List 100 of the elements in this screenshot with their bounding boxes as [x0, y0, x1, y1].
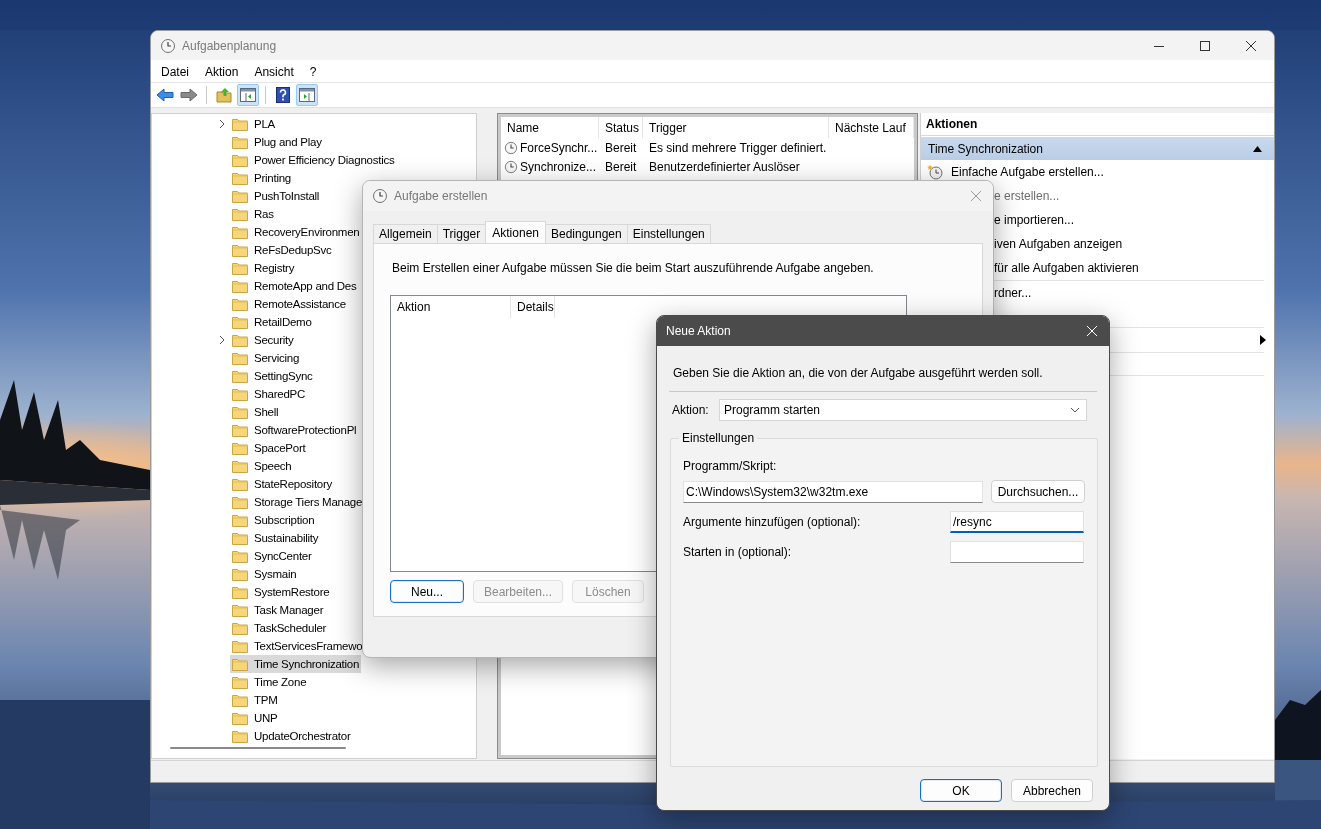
action-dropdown[interactable]: Programm starten	[719, 399, 1087, 421]
tree-item[interactable]: SettingSync	[230, 367, 315, 385]
folder-icon	[232, 495, 248, 509]
tab[interactable]: Aktionen	[485, 221, 546, 243]
tree-item[interactable]: Printing	[230, 169, 293, 187]
tree-item[interactable]: RemoteAssistance	[230, 295, 348, 313]
folder-icon	[232, 405, 248, 419]
folder-icon	[232, 549, 248, 563]
dialog-title: Neue Aktion	[666, 324, 731, 338]
clock-icon	[160, 37, 176, 54]
clock-icon	[372, 188, 388, 204]
folder-icon	[232, 171, 248, 185]
folder-icon	[232, 621, 248, 635]
input-field[interactable]	[950, 541, 1084, 563]
section-header[interactable]: Time Synchronization	[921, 137, 1274, 160]
menu-item[interactable]: Aktion	[199, 63, 245, 79]
tree-item[interactable]: Sysmain	[230, 565, 299, 583]
action-link[interactable]: für alle Aufgaben aktivieren	[994, 261, 1139, 275]
chevron-right-icon[interactable]	[218, 335, 226, 345]
tree-item[interactable]: Time Zone	[230, 673, 309, 691]
column-header[interactable]: Details	[511, 296, 555, 318]
tree-item[interactable]: Task Manager	[230, 601, 326, 619]
column-header[interactable]: Trigger	[643, 117, 829, 138]
folder-icon	[232, 153, 248, 167]
tree-item[interactable]: PLA	[230, 115, 277, 133]
action-link[interactable]: iven Aufgaben anzeigen	[994, 237, 1123, 251]
tree-item[interactable]: SoftwareProtectionPl	[230, 421, 359, 439]
tree-item[interactable]: Sustainability	[230, 529, 321, 547]
dialog-button[interactable]: OK	[920, 779, 1002, 802]
clock-icon	[504, 140, 518, 155]
tab[interactable]: Bedingungen	[545, 224, 628, 243]
browse-button[interactable]: Durchsuchen...	[991, 480, 1085, 503]
dialog-button[interactable]: Abbrechen	[1011, 779, 1093, 802]
tree-item[interactable]: TPM	[230, 691, 280, 709]
tree-item[interactable]: Speech	[230, 457, 294, 475]
field-label: Programm/Skript:	[683, 459, 778, 473]
folder-icon	[232, 225, 248, 239]
dialog-title: Aufgabe erstellen	[394, 189, 488, 203]
tree-item[interactable]: TextServicesFramewo	[230, 637, 365, 655]
action-link[interactable]: rdner...	[994, 286, 1032, 300]
dialog-button[interactable]: Neu...	[390, 580, 464, 603]
folder-icon	[232, 117, 248, 131]
column-header[interactable]: Name	[501, 117, 599, 138]
folder-icon	[232, 531, 248, 545]
pane-header: Aktionen	[921, 113, 1274, 136]
field-label: Aktion:	[672, 403, 710, 417]
field-label: Argumente hinzufügen (optional):	[683, 515, 861, 529]
table-cell-text: Bereit	[604, 140, 638, 155]
tree-item[interactable]: Time Synchronization	[230, 655, 362, 673]
tree-item[interactable]: SyncCenter	[230, 547, 314, 565]
tree-item[interactable]: Security	[230, 331, 296, 349]
tree-item[interactable]: Registry	[230, 259, 297, 277]
tab[interactable]: Einstellungen	[626, 224, 711, 243]
folder-icon	[232, 243, 248, 257]
folder-icon	[232, 297, 248, 311]
column-header[interactable]: Aktion	[391, 296, 511, 318]
tree-item[interactable]: SpacePort	[230, 439, 308, 457]
input-field[interactable]: /resync	[950, 511, 1084, 533]
tree-item[interactable]: ReFsDedupSvc	[230, 241, 334, 259]
tree-item[interactable]: Servicing	[230, 349, 302, 367]
action-link[interactable]: Einfache Aufgabe erstellen...	[951, 165, 1104, 179]
tree-item[interactable]: RecoveryEnvironmen	[230, 223, 362, 241]
tree-item[interactable]: Storage Tiers Manage	[230, 493, 365, 511]
tree-item[interactable]: UNP	[230, 709, 280, 727]
action-link: e erstellen...	[994, 189, 1060, 203]
tree-item[interactable]: SharedPC	[230, 385, 308, 403]
menu-item[interactable]: ?	[303, 63, 323, 79]
input-field[interactable]: C:\Windows\System32\w32tm.exe	[683, 480, 983, 503]
table-cell: ForceSynchr...	[501, 140, 599, 155]
tree-item[interactable]: Shell	[230, 403, 281, 421]
horizontal-scrollbar[interactable]	[170, 747, 346, 749]
dialog-button: Löschen	[572, 580, 644, 603]
tree-item[interactable]: SystemRestore	[230, 583, 332, 601]
tree-item[interactable]: PushToInstall	[230, 187, 322, 205]
chevron-right-icon[interactable]	[218, 119, 226, 129]
field-label: Starten in (optional):	[683, 545, 792, 559]
dialog-button: Bearbeiten...	[473, 580, 563, 603]
submenu-arrow-icon[interactable]	[1260, 335, 1266, 345]
tree-item[interactable]: TaskScheduler	[230, 619, 329, 637]
tree-item[interactable]: RemoteApp and Des	[230, 277, 359, 295]
menu-item[interactable]: Datei	[155, 63, 195, 79]
column-header[interactable]: Status	[599, 117, 643, 138]
folder-icon	[232, 351, 248, 365]
folder-icon	[232, 567, 248, 581]
action-link[interactable]: e importieren...	[994, 213, 1075, 227]
tab[interactable]: Trigger	[436, 224, 487, 243]
collapse-triangle-icon[interactable]	[1253, 145, 1262, 152]
tree-item[interactable]: RetailDemo	[230, 313, 314, 331]
column-header[interactable]: Nächste Lauf	[829, 117, 914, 138]
tab[interactable]: Allgemein	[373, 224, 438, 243]
menu-item[interactable]: Ansicht	[248, 63, 300, 79]
tree-item[interactable]: StateRepository	[230, 475, 335, 493]
window-title: Aufgabenplanung	[182, 38, 277, 53]
tree-item[interactable]: Ras	[230, 205, 276, 223]
tree-item[interactable]: Power Efficiency Diagnostics	[230, 151, 397, 169]
tree-item[interactable]: Plug and Play	[230, 133, 324, 151]
group-label: Einstellungen	[681, 431, 756, 445]
tree-item[interactable]: UpdateOrchestrator	[230, 727, 353, 745]
tree-item[interactable]: Subscription	[230, 511, 317, 529]
folder-icon	[232, 729, 248, 743]
